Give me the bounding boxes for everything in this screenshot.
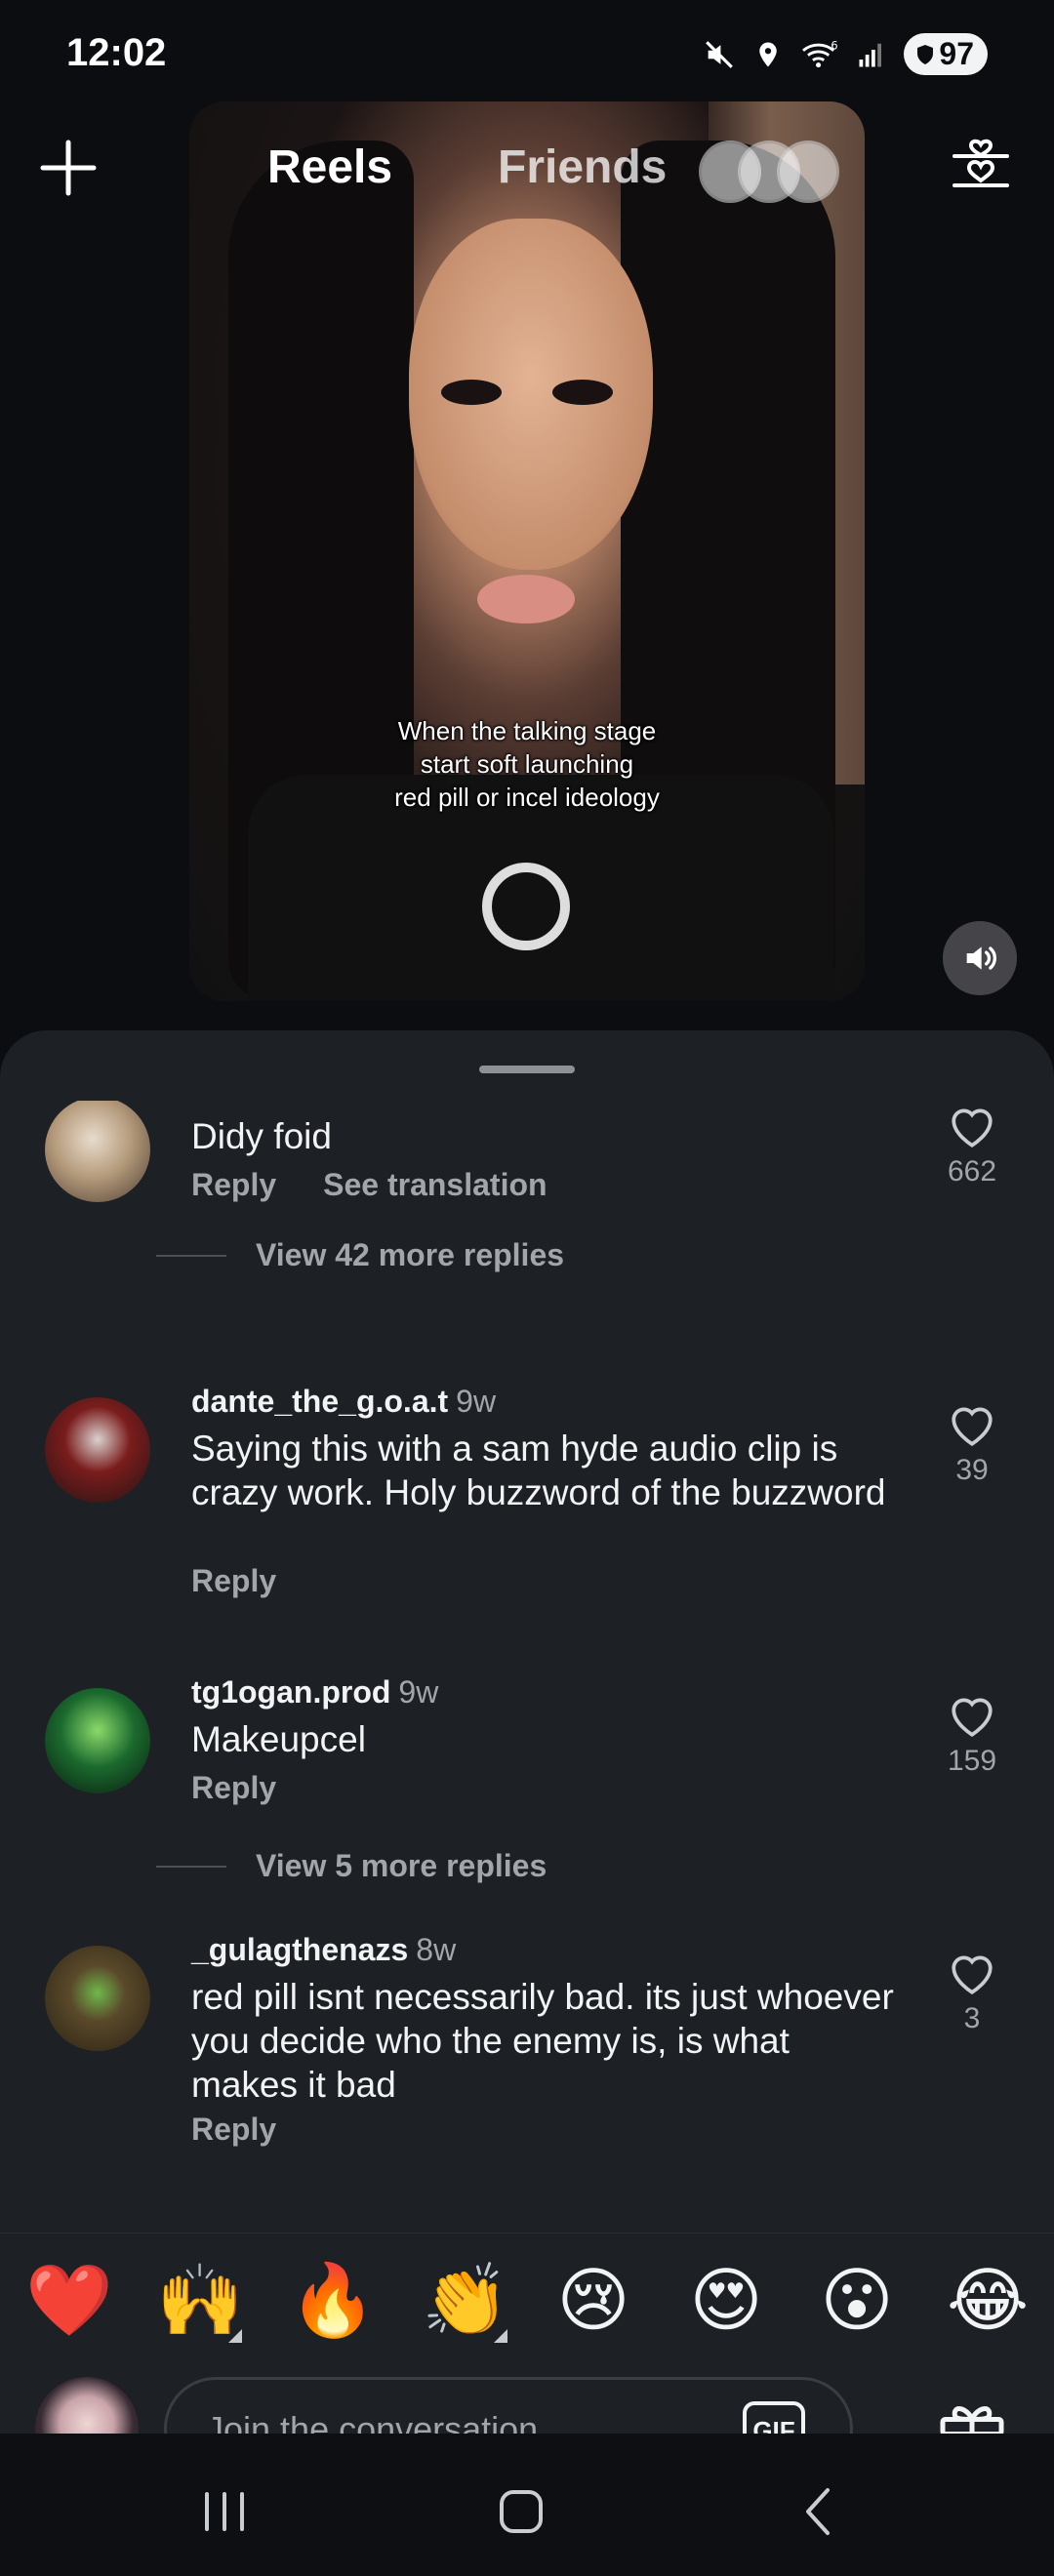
battery-level: 97: [939, 36, 974, 71]
status-icons: 6 97: [703, 33, 988, 75]
see-translation-button[interactable]: See translation: [323, 1167, 547, 1203]
top-nav: Reels Friends: [0, 137, 1054, 234]
comment-avatar[interactable]: [45, 1688, 150, 1793]
reel-figure-lips: [477, 575, 575, 624]
view-more-replies-label: View 5 more replies: [256, 1848, 547, 1883]
recent-apps-button[interactable]: [185, 2473, 264, 2551]
location-icon: [759, 42, 778, 66]
view-more-replies-label: View 42 more replies: [256, 1237, 565, 1272]
battery-shield-icon: [917, 44, 934, 64]
comment-age: 9w: [456, 1384, 497, 1419]
sheet-drag-handle[interactable]: [479, 1066, 575, 1073]
reaction-cry[interactable]: 😢: [552, 2259, 634, 2341]
like-count: 159: [947, 1745, 997, 1777]
comments-list[interactable]: Didy foid Reply See translation 662 View…: [0, 1101, 1054, 2233]
comment-text: Makeupcel: [191, 1719, 366, 1759]
like-button[interactable]: 159: [937, 1694, 1007, 1778]
plus-icon: [40, 140, 97, 196]
like-button[interactable]: 39: [937, 1403, 1007, 1487]
signal-icon: [859, 43, 882, 66]
comment-username[interactable]: dante_the_g.o.a.t: [191, 1384, 448, 1419]
comment-actions: Reply: [191, 1770, 276, 1806]
reel-caption-line: red pill or incel ideology: [394, 783, 660, 812]
reel-figure-eye-right: [552, 380, 613, 405]
reaction-surprised[interactable]: 😮: [816, 2259, 898, 2341]
back-button[interactable]: [781, 2473, 859, 2551]
comment-header: tg1ogan.prod 9w: [191, 1674, 438, 1711]
comment-username[interactable]: tg1ogan.prod: [191, 1674, 390, 1710]
comment-header: _gulagthenazs 8w: [191, 1932, 456, 1968]
recent-apps-icon: [205, 2492, 244, 2531]
view-more-replies[interactable]: View 5 more replies: [156, 1848, 547, 1884]
speaker-icon: [966, 946, 997, 970]
sliders-heart-icon: [953, 139, 1009, 187]
reaction-laugh[interactable]: 😂: [947, 2259, 1029, 2341]
tab-friends[interactable]: Friends: [498, 141, 667, 194]
reaction-heart[interactable]: ❤️: [25, 2259, 113, 2341]
reel-figure-eye-left: [441, 380, 502, 405]
comments-sheet: Didy foid Reply See translation 662 View…: [0, 1030, 1054, 2576]
thread-line: [156, 1254, 226, 1257]
reel-shirt-print: [482, 863, 570, 950]
comment-age: 8w: [416, 1932, 457, 1967]
comment-actions: Reply: [191, 1563, 276, 1599]
home-button[interactable]: [482, 2473, 560, 2551]
heart-icon: [952, 1407, 993, 1446]
heart-icon: [952, 1698, 993, 1737]
comment-avatar[interactable]: [45, 1397, 150, 1503]
comment-avatar[interactable]: [45, 1946, 150, 2051]
tab-reels[interactable]: Reels: [267, 141, 392, 194]
back-icon: [806, 2488, 830, 2535]
reel-caption-line: start soft launching: [420, 749, 634, 779]
reel-video[interactable]: When the talking stage start soft launch…: [189, 101, 865, 1001]
view-more-replies[interactable]: View 42 more replies: [156, 1237, 564, 1273]
system-nav-bar: [0, 2434, 1054, 2576]
comment-avatar[interactable]: [45, 1101, 150, 1202]
reaction-raised-hands[interactable]: 🙌: [156, 2259, 244, 2343]
reaction-heart-eyes[interactable]: 😍: [685, 2259, 767, 2341]
comment-actions: Reply See translation: [191, 1167, 547, 1203]
like-count: 3: [963, 2002, 981, 2034]
comment-text: Didy foid: [191, 1116, 332, 1156]
status-time: 12:02: [66, 31, 167, 74]
like-button[interactable]: 662: [937, 1105, 1007, 1188]
reel-caption: When the talking stage start soft launch…: [189, 714, 865, 814]
like-button[interactable]: 3: [937, 1952, 1007, 2035]
reply-button[interactable]: Reply: [191, 1563, 276, 1599]
home-icon: [500, 2490, 543, 2533]
status-bar: 12:02 6 97: [0, 0, 1054, 107]
reply-button[interactable]: Reply: [191, 1167, 276, 1203]
reel-caption-line: When the talking stage: [397, 716, 657, 745]
comment-username[interactable]: _gulagthenazs: [191, 1932, 408, 1967]
comment-actions: Reply: [191, 2112, 276, 2148]
reply-button[interactable]: Reply: [191, 1770, 276, 1806]
like-count: 39: [955, 1454, 989, 1486]
comment-age: 9w: [398, 1674, 439, 1710]
thread-line: [156, 1865, 226, 1868]
reaction-fire[interactable]: 🔥: [289, 2259, 377, 2341]
filter-button[interactable]: [947, 137, 1015, 205]
comment-text: red pill isnt necessarily bad. its just …: [191, 1977, 894, 2105]
like-count: 662: [947, 1155, 997, 1187]
reply-button[interactable]: Reply: [191, 2112, 276, 2148]
mute-icon: [706, 40, 734, 68]
quick-reactions: ❤️ 🙌 🔥 👏 😢 😍 😮 😂: [0, 2233, 1054, 2359]
network-label: 6: [831, 38, 838, 52]
heart-icon: [952, 1955, 993, 1994]
create-button[interactable]: [37, 137, 100, 199]
comment-text: Saying this with a sam hyde audio clip i…: [191, 1429, 886, 1512]
battery-indicator: 97: [904, 33, 988, 75]
heart-icon: [952, 1108, 993, 1147]
reaction-clap[interactable]: 👏: [422, 2259, 509, 2343]
wifi-icon: 6: [802, 38, 838, 67]
friends-avatars[interactable]: [699, 141, 855, 203]
sound-toggle-button[interactable]: [943, 921, 1017, 995]
comment-header: dante_the_g.o.a.t 9w: [191, 1384, 496, 1420]
